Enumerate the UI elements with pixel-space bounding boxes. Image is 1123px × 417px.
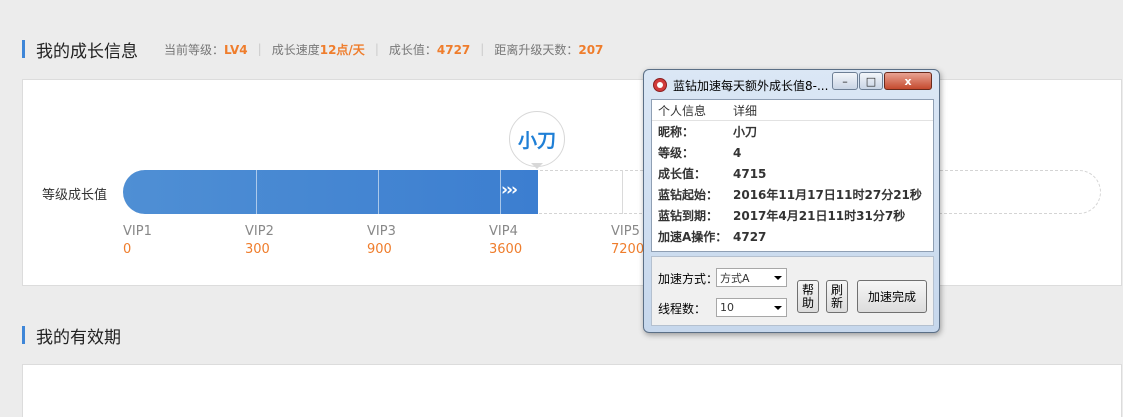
level-tick: VIP3 900 bbox=[367, 224, 396, 257]
level-tick: VIP5 7200 bbox=[611, 224, 645, 257]
validity-panel bbox=[22, 364, 1122, 417]
growth-section-title: 我的成长信息 bbox=[36, 41, 138, 62]
dialog-controls: 加速方式： 方式A 线程数： 10 帮助 刷新 加速完成 bbox=[651, 256, 934, 326]
minimize-button[interactable]: – bbox=[832, 72, 858, 90]
stat-speed: 成长速度12点/天 bbox=[271, 42, 365, 57]
list-header-info[interactable]: 个人信息 bbox=[652, 102, 733, 119]
close-button[interactable]: x bbox=[884, 72, 932, 90]
chevron-down-icon bbox=[774, 306, 782, 310]
growth-stats: 当前等级：LV4 | 成长速度12点/天 | 成长值：4727 | 距离升级天数… bbox=[164, 42, 604, 57]
section-accent-bar bbox=[22, 326, 25, 344]
refresh-button[interactable]: 刷新 bbox=[826, 280, 848, 313]
dialog-titlebar[interactable]: 蓝钻加速每天额外成长值8-... – □ x bbox=[644, 70, 939, 98]
validity-section-header: 我的有效期 bbox=[22, 324, 121, 348]
chevron-down-icon bbox=[774, 276, 782, 280]
list-item[interactable]: 加速A操作： 4727 bbox=[652, 226, 933, 247]
app-icon bbox=[653, 78, 667, 92]
list-item[interactable]: 昵称： 小刀 bbox=[652, 121, 933, 142]
avatar: 小刀 bbox=[509, 111, 565, 167]
list-header-detail[interactable]: 详细 bbox=[733, 102, 757, 119]
segment-divider bbox=[622, 170, 623, 214]
stat-level: 当前等级：LV4 bbox=[164, 42, 248, 57]
mode-select[interactable]: 方式A bbox=[716, 268, 787, 287]
progress-arrows-icon: ››› bbox=[501, 180, 518, 200]
level-tick: VIP4 3600 bbox=[489, 224, 523, 257]
stat-growth-value: 成长值：4727 bbox=[388, 42, 471, 57]
threads-select[interactable]: 10 bbox=[716, 298, 787, 317]
level-tick: VIP2 300 bbox=[245, 224, 274, 257]
segment-divider bbox=[378, 170, 379, 214]
help-button[interactable]: 帮助 bbox=[797, 280, 819, 313]
track-label: 等级成长值 bbox=[42, 188, 108, 203]
list-item[interactable]: 等级： 4 bbox=[652, 142, 933, 163]
maximize-button[interactable]: □ bbox=[859, 72, 883, 90]
info-list[interactable]: 个人信息 详细 昵称： 小刀 等级： 4 成长值： 4715 蓝钻起始： 2016年11… bbox=[651, 99, 934, 252]
segment-divider bbox=[256, 170, 257, 214]
growth-section-header: 我的成长信息 当前等级：LV4 | 成长速度12点/天 | 成长值：4727 |… bbox=[22, 38, 604, 62]
accelerator-dialog: 蓝钻加速每天额外成长值8-... – □ x 个人信息 详细 昵称： 小刀 等级：… bbox=[643, 69, 940, 333]
stat-days-to-upgrade: 距离升级天数：207 bbox=[494, 42, 604, 57]
level-tick: VIP1 0 bbox=[123, 224, 152, 257]
avatar-pointer bbox=[531, 163, 543, 169]
mode-label: 加速方式： bbox=[658, 272, 719, 286]
dialog-title: 蓝钻加速每天额外成长值8-... bbox=[673, 79, 829, 93]
threads-label: 线程数： bbox=[658, 302, 707, 316]
list-item[interactable]: 蓝钻到期： 2017年4月21日11时31分7秒 bbox=[652, 205, 933, 226]
finish-button[interactable]: 加速完成 bbox=[857, 280, 927, 313]
validity-section-title: 我的有效期 bbox=[36, 327, 121, 348]
progress-fill bbox=[123, 170, 538, 214]
growth-panel: 等级成长值 ››› 小刀 VIP1 0 VIP2 300 VIP3 900 VIP4 3… bbox=[22, 79, 1122, 286]
list-header: 个人信息 详细 bbox=[652, 100, 933, 121]
list-item[interactable]: 蓝钻起始： 2016年11月17日11时27分21秒 bbox=[652, 184, 933, 205]
section-accent-bar bbox=[22, 40, 25, 58]
list-item[interactable]: 成长值： 4715 bbox=[652, 163, 933, 184]
